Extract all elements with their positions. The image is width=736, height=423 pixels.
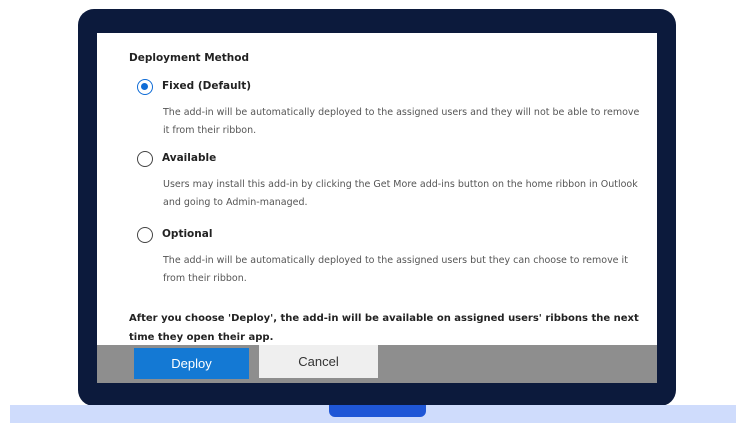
deploy-button[interactable]: Deploy [134,348,249,379]
cancel-button[interactable]: Cancel [259,345,378,378]
option-fixed[interactable]: Fixed (Default) The add-in will be autom… [137,79,642,140]
option-fixed-label[interactable]: Fixed (Default) [162,80,251,92]
option-fixed-description: The add-in will be automatically deploye… [163,107,640,136]
option-available[interactable]: Available Users may install this add-in … [137,151,642,212]
radio-optional[interactable] [137,227,153,243]
option-optional-label[interactable]: Optional [162,228,212,240]
option-optional-description: The add-in will be automatically deploye… [163,255,628,284]
option-optional[interactable]: Optional The add-in will be automaticall… [137,227,642,288]
section-title: Deployment Method [129,52,250,64]
deploy-notice: After you choose 'Deploy', the add-in wi… [129,313,639,343]
deployment-dialog: Deployment Method Fixed (Default) The ad… [97,33,657,383]
option-available-label[interactable]: Available [162,152,216,164]
radio-fixed[interactable] [137,79,153,95]
laptop-notch [329,405,426,417]
option-available-description: Users may install this add-in by clickin… [163,179,638,208]
radio-available[interactable] [137,151,153,167]
